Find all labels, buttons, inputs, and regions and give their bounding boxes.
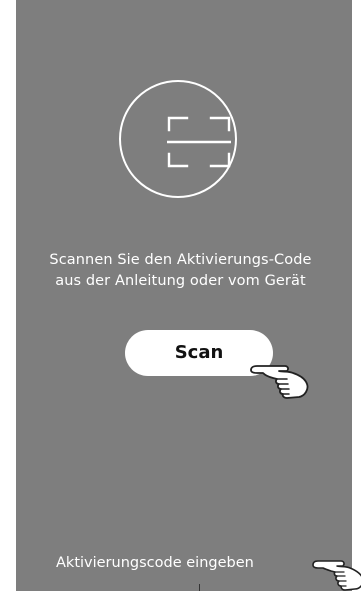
- enter-code-link[interactable]: Aktivierungscode eingeben: [56, 552, 314, 574]
- instruction-line-2: aus der Anleitung oder vom Gerät: [55, 273, 306, 289]
- instruction-line-1: Scannen Sie den Aktivierungs-Code: [49, 252, 312, 268]
- pointing-hand-icon: [250, 365, 309, 399]
- screen: Scannen Sie den Aktivierungs-Code aus de…: [0, 0, 361, 591]
- pointing-hand-icon: [312, 560, 361, 591]
- scan-frame-icon: [167, 116, 231, 168]
- divider-tick: [199, 584, 200, 591]
- scan-instruction: Scannen Sie den Aktivierungs-Code aus de…: [0, 250, 361, 292]
